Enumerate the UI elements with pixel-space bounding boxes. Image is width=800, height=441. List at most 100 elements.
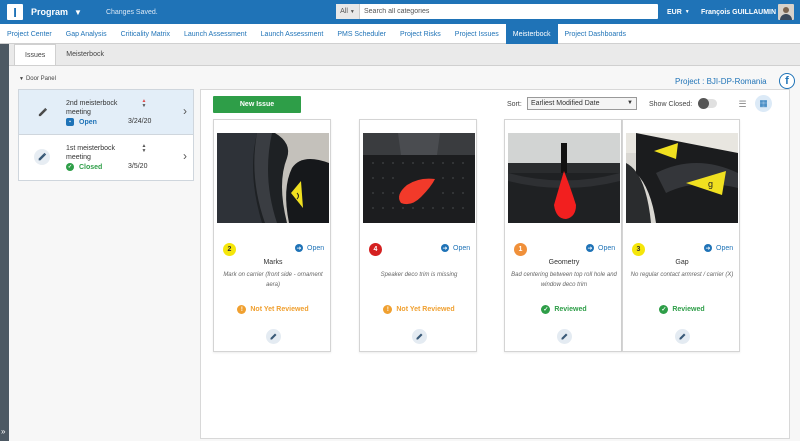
search-input[interactable]: [360, 4, 658, 19]
caret-down-icon: ▼: [627, 100, 633, 106]
issue-status-label: Open: [598, 244, 616, 252]
tab-project-center[interactable]: Project Center: [0, 24, 59, 44]
issue-photo: [363, 133, 475, 223]
search-category-select[interactable]: All ▼: [336, 4, 360, 19]
triangle-down-icon: ▼: [19, 76, 24, 82]
left-rail: »: [0, 44, 9, 441]
issue-card[interactable]: 1 ➜ Open Geometry Bad centering between …: [504, 119, 622, 352]
meeting-status-label: Closed: [79, 163, 103, 171]
caret-down-icon: ▼: [349, 8, 355, 15]
expand-icon[interactable]: »: [1, 427, 5, 436]
save-status: Changes Saved.: [105, 8, 158, 16]
tab-project-dashboards[interactable]: Project Dashboards: [558, 24, 633, 44]
avatar[interactable]: [778, 4, 794, 20]
meeting-status-label: Open: [79, 118, 97, 126]
meeting-date: 3/24/20: [128, 118, 152, 125]
user-name[interactable]: François GUILLAUMIN: [701, 0, 776, 24]
meeting-list: 2nd meisterbock meeting ▲ ▼ ▪ Open 3/24/2…: [18, 89, 194, 181]
review-status: ! Not Yet Reviewed: [364, 305, 474, 314]
meeting-item[interactable]: 2nd meisterbock meeting ▲ ▼ ▪ Open 3/24/2…: [19, 90, 193, 135]
issue-card[interactable]: g 3 ➜ Open Gap No regular contact armres…: [622, 119, 740, 352]
review-status-label: Not Yet Reviewed: [250, 306, 309, 313]
issue-status[interactable]: ➜ Open: [704, 244, 733, 252]
priority-badge: 2: [223, 243, 236, 256]
tab-project-risks[interactable]: Project Risks: [393, 24, 448, 44]
tab-launch-assessment-1[interactable]: Launch Assessment: [177, 24, 254, 44]
issue-photo-speaker: [363, 133, 475, 223]
door-panel-label: Door Panel: [25, 76, 56, 82]
issues-panel: New Issue Sort: Earliest Modified Date ▼…: [200, 89, 790, 439]
issue-photo: [508, 133, 620, 223]
svg-text:g: g: [708, 179, 713, 189]
issue-status[interactable]: ➜ Open: [586, 244, 615, 252]
edit-issue-button[interactable]: [266, 329, 281, 344]
top-bar: I Program ▼ Changes Saved. All ▼ EUR ▼ F…: [0, 0, 800, 24]
chevron-right-icon[interactable]: ›: [183, 104, 187, 118]
main-content: ▼ Door Panel Project : BJI-DP-Romania f …: [9, 66, 800, 441]
issue-status[interactable]: ➜ Open: [295, 244, 324, 252]
sort-select[interactable]: Earliest Modified Date ▼: [527, 97, 637, 110]
tab-gap-analysis[interactable]: Gap Analysis: [59, 24, 114, 44]
list-view-icon[interactable]: ☰: [736, 98, 749, 111]
issue-status-label: Open: [453, 244, 471, 252]
arrow-right-icon: ➜: [295, 244, 303, 252]
tab-criticality-matrix[interactable]: Criticality Matrix: [114, 24, 177, 44]
meeting-item[interactable]: 1st meisterbock meeting ▲ ▼ ✓ Closed 3/5/…: [19, 135, 193, 180]
issue-title: Geometry: [548, 259, 580, 266]
search-category-label: All: [340, 8, 348, 15]
meeting-status: ▪ Open: [66, 118, 97, 126]
meeting-date: 3/5/20: [128, 163, 148, 170]
subtab-meisterbock[interactable]: Meisterbock: [56, 44, 114, 65]
pencil-icon: [270, 333, 277, 340]
issue-status-label: Open: [716, 244, 734, 252]
avatar-body: [780, 14, 792, 20]
issue-description: Mark on carrier (front side - ornament a…: [223, 272, 323, 288]
arrow-right-icon: ➜: [441, 244, 449, 252]
show-closed-toggle[interactable]: [698, 98, 717, 109]
review-status-label: Reviewed: [554, 306, 587, 313]
issue-description: Speaker deco trim is missing: [380, 272, 458, 278]
sort-arrows-icon[interactable]: ▲ ▼: [141, 99, 147, 109]
pencil-icon: [561, 333, 568, 340]
tab-pms-scheduler[interactable]: PMS Scheduler: [330, 24, 393, 44]
info-icon: !: [383, 305, 393, 314]
chevron-right-icon[interactable]: ›: [183, 149, 187, 163]
priority-badge: 3: [632, 243, 645, 256]
currency-label: EUR: [667, 8, 682, 16]
tab-meisterbock[interactable]: Meisterbock: [505, 24, 558, 44]
feedback-icon[interactable]: f: [779, 73, 795, 89]
issue-status[interactable]: ➜ Open: [441, 244, 470, 252]
issue-description: No regular contact armrest / carrier (X): [630, 272, 734, 278]
issue-title: Marks: [263, 259, 283, 266]
issue-status-label: Open: [307, 244, 325, 252]
program-menu[interactable]: Program ▼: [31, 7, 82, 17]
main-nav: Project Center Gap Analysis Criticality …: [0, 24, 800, 44]
issue-card[interactable]: 2 ➜ Open Marks Mark on carrier (front si…: [213, 119, 331, 352]
edit-issue-button[interactable]: [675, 329, 690, 344]
caret-down-icon: ▼: [684, 9, 690, 15]
tab-launch-assessment-2[interactable]: Launch Assessment: [254, 24, 331, 44]
grid-view-icon[interactable]: ▦: [755, 95, 772, 112]
edit-issue-button[interactable]: [557, 329, 572, 344]
app-logo-icon[interactable]: I: [7, 4, 23, 20]
review-status: ✓ Reviewed: [509, 305, 619, 314]
issue-photo: [217, 133, 329, 223]
sort-label: Sort:: [507, 101, 522, 108]
edit-issue-button[interactable]: [412, 329, 427, 344]
check-icon: ✓: [66, 163, 74, 171]
issue-photo-gap: g: [626, 133, 738, 223]
priority-badge: 4: [369, 243, 382, 256]
issue-photo-marks: [217, 133, 329, 223]
sort-arrows-icon[interactable]: ▲ ▼: [141, 144, 147, 154]
issue-card[interactable]: 4 ➜ Open Speaker deco trim is missing ! …: [359, 119, 477, 352]
currency-select[interactable]: EUR ▼: [667, 0, 690, 24]
pencil-icon[interactable]: [34, 104, 50, 120]
door-panel-toggle[interactable]: ▼ Door Panel: [19, 76, 56, 82]
pencil-icon: [416, 333, 423, 340]
subtab-issues[interactable]: Issues: [14, 44, 57, 65]
new-issue-button[interactable]: New Issue: [213, 96, 301, 113]
calendar-icon: ▪: [66, 118, 74, 126]
meeting-title: 1st meisterbock meeting: [66, 145, 116, 161]
tab-project-issues[interactable]: Project Issues: [448, 24, 506, 44]
pencil-icon[interactable]: [34, 149, 50, 165]
